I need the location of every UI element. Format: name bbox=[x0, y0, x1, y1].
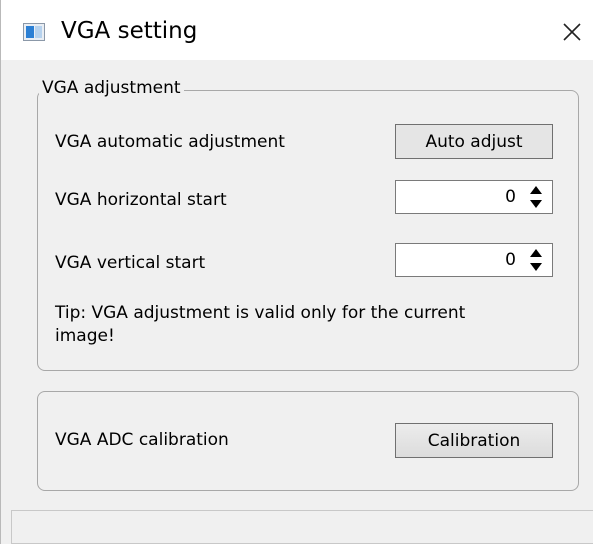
vga-setting-window: VGA setting VGA adjustment VGA automatic… bbox=[0, 0, 593, 544]
auto-adjustment-label: VGA automatic adjustment bbox=[55, 132, 285, 152]
tip-text-line1: Tip: VGA adjustment is valid only for th… bbox=[55, 303, 466, 323]
auto-adjust-button[interactable]: Auto adjust bbox=[395, 124, 553, 159]
vertical-start-value[interactable]: 0 bbox=[505, 250, 516, 270]
close-icon[interactable] bbox=[557, 17, 587, 47]
tip-text-line2: image! bbox=[55, 326, 115, 346]
dialog-content: VGA adjustment VGA automatic adjustment … bbox=[1, 60, 593, 544]
window-title: VGA setting bbox=[61, 18, 198, 44]
adc-calibration-label: VGA ADC calibration bbox=[55, 430, 229, 450]
calibration-button[interactable]: Calibration bbox=[395, 423, 553, 458]
spinner-arrows-icon[interactable] bbox=[528, 184, 544, 210]
window-app-icon bbox=[23, 23, 45, 41]
spinner-arrows-icon[interactable] bbox=[528, 247, 544, 273]
horizontal-start-label: VGA horizontal start bbox=[55, 190, 227, 210]
horizontal-start-spinbox[interactable]: 0 bbox=[395, 180, 553, 214]
title-bar[interactable]: VGA setting bbox=[1, 0, 593, 60]
vga-adjustment-group-title: VGA adjustment bbox=[39, 78, 184, 98]
vertical-start-label: VGA vertical start bbox=[55, 253, 206, 273]
status-bar bbox=[11, 510, 593, 544]
horizontal-start-value[interactable]: 0 bbox=[505, 187, 516, 207]
vertical-start-spinbox[interactable]: 0 bbox=[395, 243, 553, 277]
